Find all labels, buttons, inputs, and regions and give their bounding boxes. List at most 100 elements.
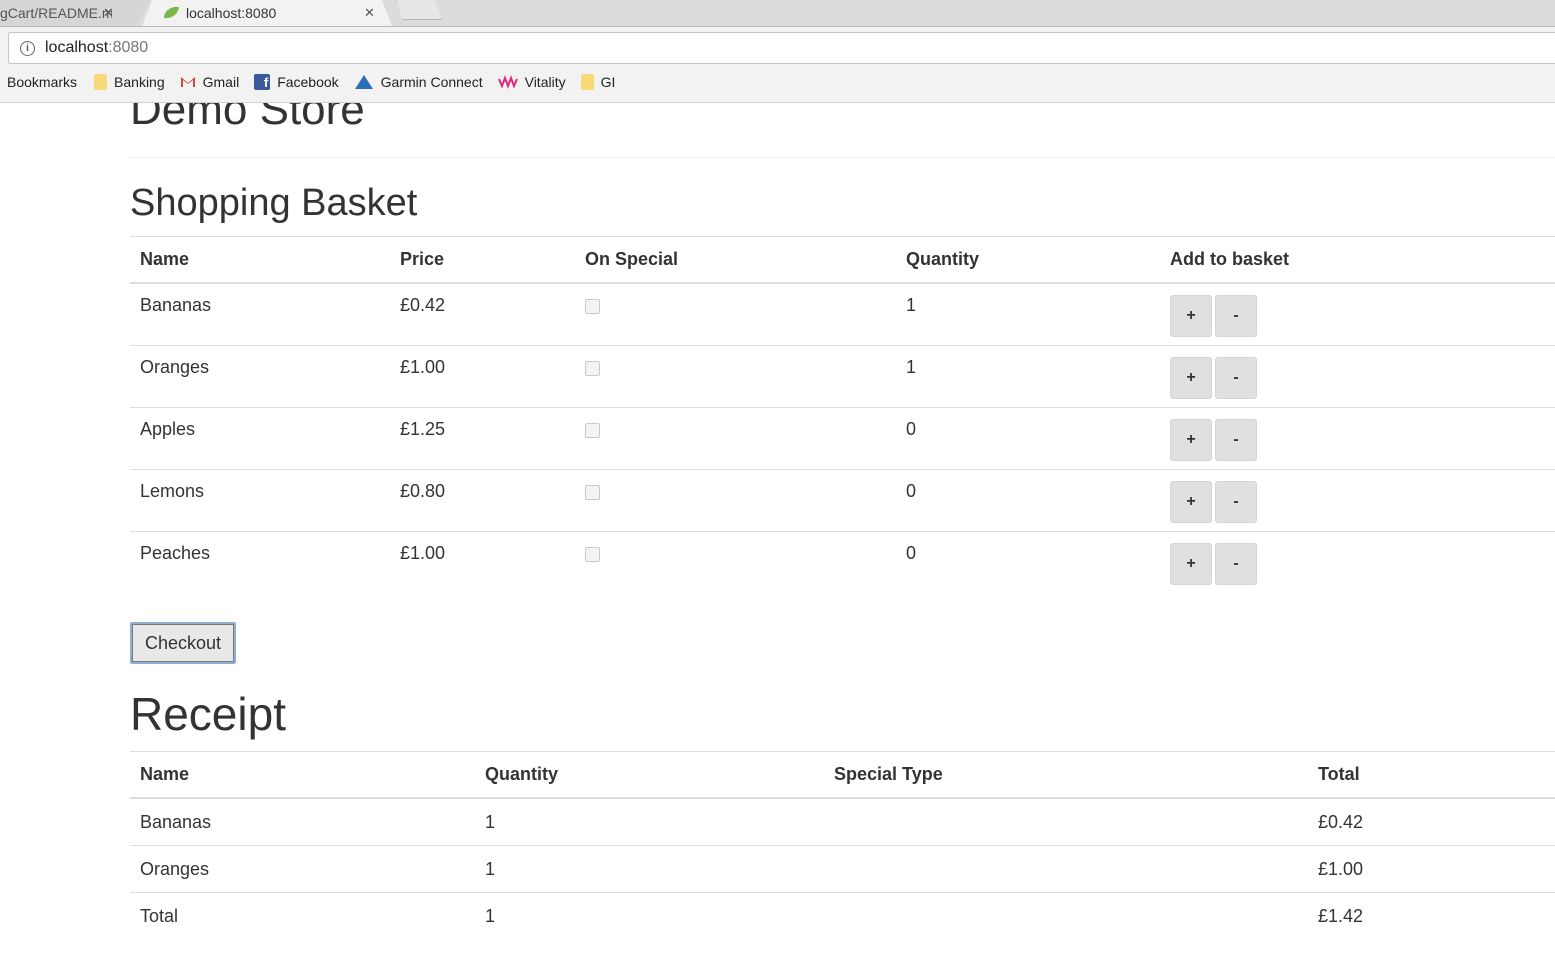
receipt-table: Name Quantity Special Type Total Bananas…: [130, 751, 1555, 939]
table-row: Oranges 1 £1.00: [130, 845, 1555, 893]
tab-title: gCart/README.md: [0, 5, 112, 21]
bookmark-label: GI: [600, 74, 616, 90]
page-content: Demo Store Shopping Basket Name Price On…: [0, 103, 1555, 957]
on-special-cell: [575, 468, 896, 531]
bookmark-garmin[interactable]: Garmin Connect: [354, 74, 483, 90]
bookmark-facebook[interactable]: f Facebook: [254, 74, 339, 90]
column-header: Name: [130, 236, 390, 284]
tab-readme[interactable]: gCart/README.md ✕: [0, 0, 150, 26]
address-bar[interactable]: i localhost:8080: [8, 32, 1555, 64]
vitality-icon: [497, 75, 518, 89]
folder-icon: [580, 74, 594, 90]
add-button[interactable]: +: [1170, 542, 1212, 585]
receipt-total: £1.00: [1308, 845, 1555, 893]
table-row: Apples £1.25 0 + -: [130, 406, 1555, 469]
on-special-checkbox[interactable]: [585, 546, 600, 562]
basket-actions: + -: [1160, 406, 1555, 469]
browser-toolbar: i localhost:8080 Bookmarks Banking Gmail…: [0, 27, 1555, 103]
on-special-cell: [575, 282, 896, 345]
new-tab-button[interactable]: [396, 0, 442, 20]
receipt-quantity: 1: [475, 845, 824, 893]
table-row: Bananas £0.42 1 + -: [130, 282, 1555, 345]
bookmark-label: Gmail: [202, 74, 240, 90]
bookmark-gi[interactable]: GI: [580, 74, 616, 90]
checkout-button[interactable]: Checkout: [130, 622, 236, 664]
info-icon[interactable]: i: [20, 40, 35, 56]
close-icon[interactable]: ✕: [364, 5, 375, 21]
folder-icon: [94, 74, 108, 90]
basket-actions: + -: [1160, 468, 1555, 531]
spring-leaf-icon: [164, 6, 179, 19]
remove-button[interactable]: -: [1215, 418, 1257, 461]
receipt-total: £0.42: [1308, 797, 1555, 846]
table-row: Lemons £0.80 0 + -: [130, 468, 1555, 531]
item-name: Apples: [130, 406, 390, 469]
on-special-cell: [575, 530, 896, 593]
facebook-icon: f: [254, 74, 271, 90]
bookmark-label: Bookmarks: [7, 74, 78, 90]
header-divider: [130, 157, 1555, 158]
item-price: £1.25: [390, 406, 575, 469]
item-price: £1.00: [390, 344, 575, 407]
item-quantity: 0: [896, 468, 1160, 531]
receipt-quantity: 1: [475, 892, 824, 939]
tab-strip: gCart/README.md ✕ localhost:8080 ✕: [0, 0, 1555, 27]
column-header: Name: [130, 751, 475, 799]
item-quantity: 0: [896, 530, 1160, 593]
on-special-cell: [575, 344, 896, 407]
add-button[interactable]: +: [1170, 418, 1212, 461]
remove-button[interactable]: -: [1215, 356, 1257, 399]
receipt-special: [824, 797, 1308, 846]
on-special-cell: [575, 406, 896, 469]
item-name: Lemons: [130, 468, 390, 531]
item-price: £1.00: [390, 530, 575, 593]
add-button[interactable]: +: [1170, 356, 1212, 399]
basket-actions: + -: [1160, 282, 1555, 345]
bookmark-banking[interactable]: Banking: [94, 74, 165, 90]
column-header: Total: [1308, 751, 1555, 799]
store-title: Demo Store: [130, 103, 365, 134]
close-icon[interactable]: ✕: [103, 5, 114, 21]
tab-localhost[interactable]: localhost:8080 ✕: [142, 0, 392, 26]
bookmark-label: Banking: [114, 74, 165, 90]
on-special-checkbox[interactable]: [585, 484, 600, 500]
bookmark-gmail[interactable]: Gmail: [180, 74, 240, 90]
receipt-name: Bananas: [130, 797, 475, 846]
url-port: :8080: [108, 39, 149, 56]
bookmark-label: Vitality: [524, 74, 566, 90]
bookmark-vitality[interactable]: Vitality: [497, 74, 566, 90]
table-row: Peaches £1.00 0 + -: [130, 530, 1555, 593]
receipt-name: Total: [130, 892, 475, 939]
remove-button[interactable]: -: [1215, 295, 1257, 337]
receipt-special: [824, 892, 1308, 939]
remove-button[interactable]: -: [1215, 542, 1257, 585]
item-quantity: 1: [896, 282, 1160, 345]
column-header: On Special: [575, 236, 896, 284]
url-host: localhost: [45, 39, 109, 56]
item-quantity: 0: [896, 406, 1160, 469]
on-special-checkbox[interactable]: [585, 360, 600, 376]
item-price: £0.42: [390, 282, 575, 345]
item-name: Peaches: [130, 530, 390, 593]
item-name: Bananas: [130, 282, 390, 345]
receipt-heading: Receipt: [130, 688, 286, 740]
receipt-name: Oranges: [130, 845, 475, 893]
on-special-checkbox[interactable]: [585, 299, 600, 314]
tab-title: localhost:8080: [186, 5, 277, 21]
add-button[interactable]: +: [1170, 480, 1212, 523]
add-button[interactable]: +: [1170, 295, 1212, 337]
basket-actions: + -: [1160, 530, 1555, 593]
column-header: Special Type: [824, 751, 1308, 799]
bookmarks-label[interactable]: Bookmarks: [7, 74, 77, 90]
item-price: £0.80: [390, 468, 575, 531]
garmin-icon: [354, 75, 373, 89]
basket-table: Name Price On Special Quantity Add to ba…: [130, 236, 1555, 593]
gmail-icon: [180, 77, 195, 87]
item-name: Oranges: [130, 344, 390, 407]
receipt-header-row: Name Quantity Special Type Total: [130, 751, 1555, 799]
on-special-checkbox[interactable]: [585, 422, 600, 438]
remove-button[interactable]: -: [1215, 480, 1257, 523]
column-header: Price: [390, 236, 575, 284]
table-row: Oranges £1.00 1 + -: [130, 344, 1555, 407]
receipt-special: [824, 845, 1308, 893]
